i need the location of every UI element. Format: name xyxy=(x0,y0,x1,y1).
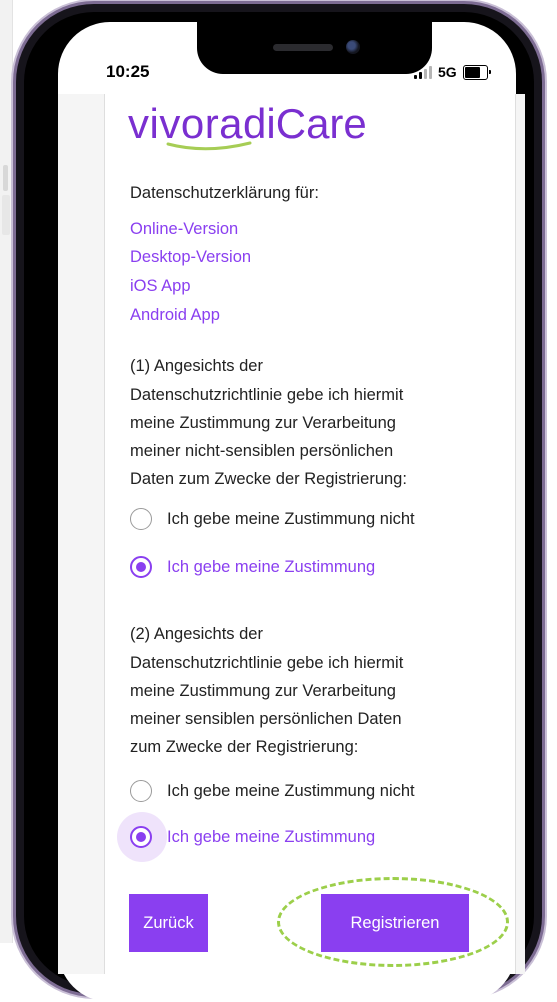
consent1-line: Daten zum Zwecke der Registrierung: xyxy=(130,470,407,488)
background-window-edge xyxy=(0,0,13,943)
background-mark xyxy=(2,195,10,235)
consent1-line: Datenschutzrichtlinie gebe ich hiermit xyxy=(130,386,404,404)
back-button[interactable]: Zurück xyxy=(129,894,208,952)
logo-product: diCare xyxy=(243,100,367,147)
speaker-grille xyxy=(273,44,333,51)
consent2-line: (2) Angesichts der xyxy=(130,625,263,643)
consent1-line: meiner nicht-sensiblen persönlichen xyxy=(130,442,394,460)
front-camera-icon xyxy=(346,40,360,54)
radio-button-checked[interactable] xyxy=(130,556,152,578)
page-margin-left xyxy=(58,94,104,974)
link-desktop-version[interactable]: Desktop-Version xyxy=(130,243,251,272)
status-time: 10:25 xyxy=(106,62,150,81)
consent1-line: meine Zustimmung zur Verarbeitung xyxy=(130,414,396,432)
consent2-line: meiner sensiblen persönlichen Daten xyxy=(130,710,402,728)
phone-notch xyxy=(197,22,432,74)
app-logo: vivoradiCare xyxy=(128,100,367,156)
consent2-option-no-label: Ich gebe meine Zustimmung nicht xyxy=(167,781,415,800)
background-mark xyxy=(3,165,8,191)
consent1-option-no-label: Ich gebe meine Zustimmung nicht xyxy=(167,509,415,528)
radio-button-checked[interactable] xyxy=(130,826,152,848)
link-ios-app[interactable]: iOS App xyxy=(130,272,191,301)
logo-swoosh-icon xyxy=(166,141,252,151)
radio-button-unchecked[interactable] xyxy=(130,508,152,530)
consent2-option-yes[interactable]: Ich gebe meine Zustimmung xyxy=(130,823,375,851)
battery-icon xyxy=(462,64,491,80)
consent2-line: zum Zwecke der Registrierung: xyxy=(130,738,359,756)
consent2-option-no[interactable]: Ich gebe meine Zustimmung nicht xyxy=(130,777,415,805)
consent2-line: meine Zustimmung zur Verarbeitung xyxy=(130,682,396,700)
link-online-version[interactable]: Online-Version xyxy=(130,215,238,244)
consent1-option-yes-label: Ich gebe meine Zustimmung xyxy=(167,557,376,576)
consent1-line: (1) Angesichts der xyxy=(130,357,263,375)
consent2-option-yes-label: Ich gebe meine Zustimmung xyxy=(167,827,376,846)
network-type: 5G xyxy=(438,64,457,80)
page-margin-right xyxy=(515,94,525,974)
consent1-option-yes[interactable]: Ich gebe meine Zustimmung xyxy=(130,553,375,581)
privacy-heading: Datenschutzerklärung für: xyxy=(130,184,319,202)
status-indicators: 5G xyxy=(414,64,491,80)
register-button[interactable]: Registrieren xyxy=(321,894,469,952)
consent2-line: Datenschutzrichtlinie gebe ich hiermit xyxy=(130,654,404,672)
link-android-app[interactable]: Android App xyxy=(130,301,220,330)
consent1-option-no[interactable]: Ich gebe meine Zustimmung nicht xyxy=(130,505,415,533)
radio-button-unchecked[interactable] xyxy=(130,780,152,802)
